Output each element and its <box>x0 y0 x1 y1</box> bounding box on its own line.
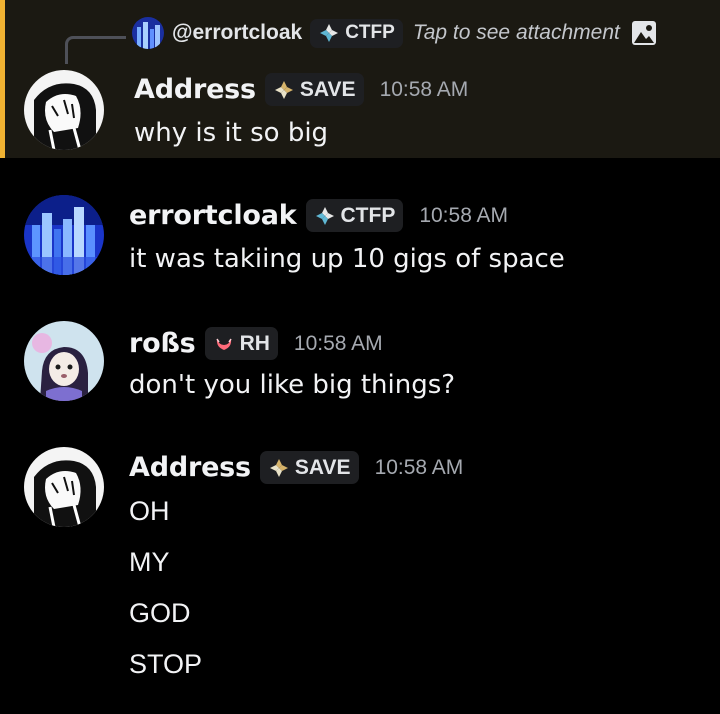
message[interactable]: Address SAVE 10:58 AM OH MY GOD STOP <box>0 418 720 714</box>
avatar[interactable] <box>24 447 104 527</box>
message-text: don't you like big things? <box>129 370 456 400</box>
message-text: MY <box>129 547 170 577</box>
tag-label: RH <box>239 331 270 355</box>
reply-attachment-hint[interactable]: Tap to see attachment <box>413 21 620 45</box>
horns-icon <box>215 338 232 350</box>
username[interactable]: Address <box>129 452 251 483</box>
timestamp: 10:58 AM <box>419 203 509 227</box>
timestamp: 10:58 AM <box>379 77 469 101</box>
reply-tag-label: CTFP <box>345 22 395 43</box>
message-text: OH <box>129 496 170 526</box>
server-tag[interactable]: RH <box>204 327 278 360</box>
timestamp: 10:58 AM <box>374 455 464 479</box>
username[interactable]: Address <box>134 74 256 105</box>
reply-avatar[interactable] <box>132 17 164 49</box>
message-text: GOD <box>129 598 191 628</box>
timestamp: 10:58 AM <box>293 331 383 355</box>
message-header: Address SAVE 10:58 AM <box>129 451 463 484</box>
message[interactable]: errortcloak CTFP 10:58 AM it was takiing… <box>0 158 720 288</box>
image-icon[interactable] <box>630 19 658 47</box>
server-tag[interactable]: SAVE <box>264 73 364 106</box>
avatar[interactable] <box>24 195 104 275</box>
message[interactable]: roßs RH 10:58 AM don't you like big thin… <box>0 288 720 418</box>
avatar[interactable] <box>24 321 104 401</box>
reply-connector <box>65 36 126 64</box>
tag-label: CTFP <box>340 203 396 227</box>
username[interactable]: errortcloak <box>129 200 297 231</box>
reply-server-tag: CTFP <box>310 18 403 48</box>
reply-preview[interactable]: @errortcloak CTFP Tap to see attachment <box>132 17 658 49</box>
message-highlighted[interactable]: @errortcloak CTFP Tap to see attachment <box>0 0 720 158</box>
diamond-icon <box>320 24 339 42</box>
tag-label: SAVE <box>299 77 356 101</box>
message-text: STOP <box>129 649 203 679</box>
message-header: Address SAVE 10:58 AM <box>134 73 468 106</box>
diamond-icon <box>315 206 334 225</box>
server-tag[interactable]: SAVE <box>259 451 359 484</box>
diamond-icon <box>269 458 288 477</box>
reply-username[interactable]: @errortcloak <box>172 21 302 45</box>
username[interactable]: roßs <box>129 328 196 359</box>
server-tag[interactable]: CTFP <box>305 199 404 232</box>
diamond-icon <box>274 80 293 99</box>
tag-label: SAVE <box>294 455 351 479</box>
message-text: it was takiing up 10 gigs of space <box>129 244 565 274</box>
message-header: errortcloak CTFP 10:58 AM <box>129 199 508 232</box>
message-header: roßs RH 10:58 AM <box>129 327 383 360</box>
avatar[interactable] <box>24 70 104 150</box>
message-text: why is it so big <box>134 118 329 148</box>
